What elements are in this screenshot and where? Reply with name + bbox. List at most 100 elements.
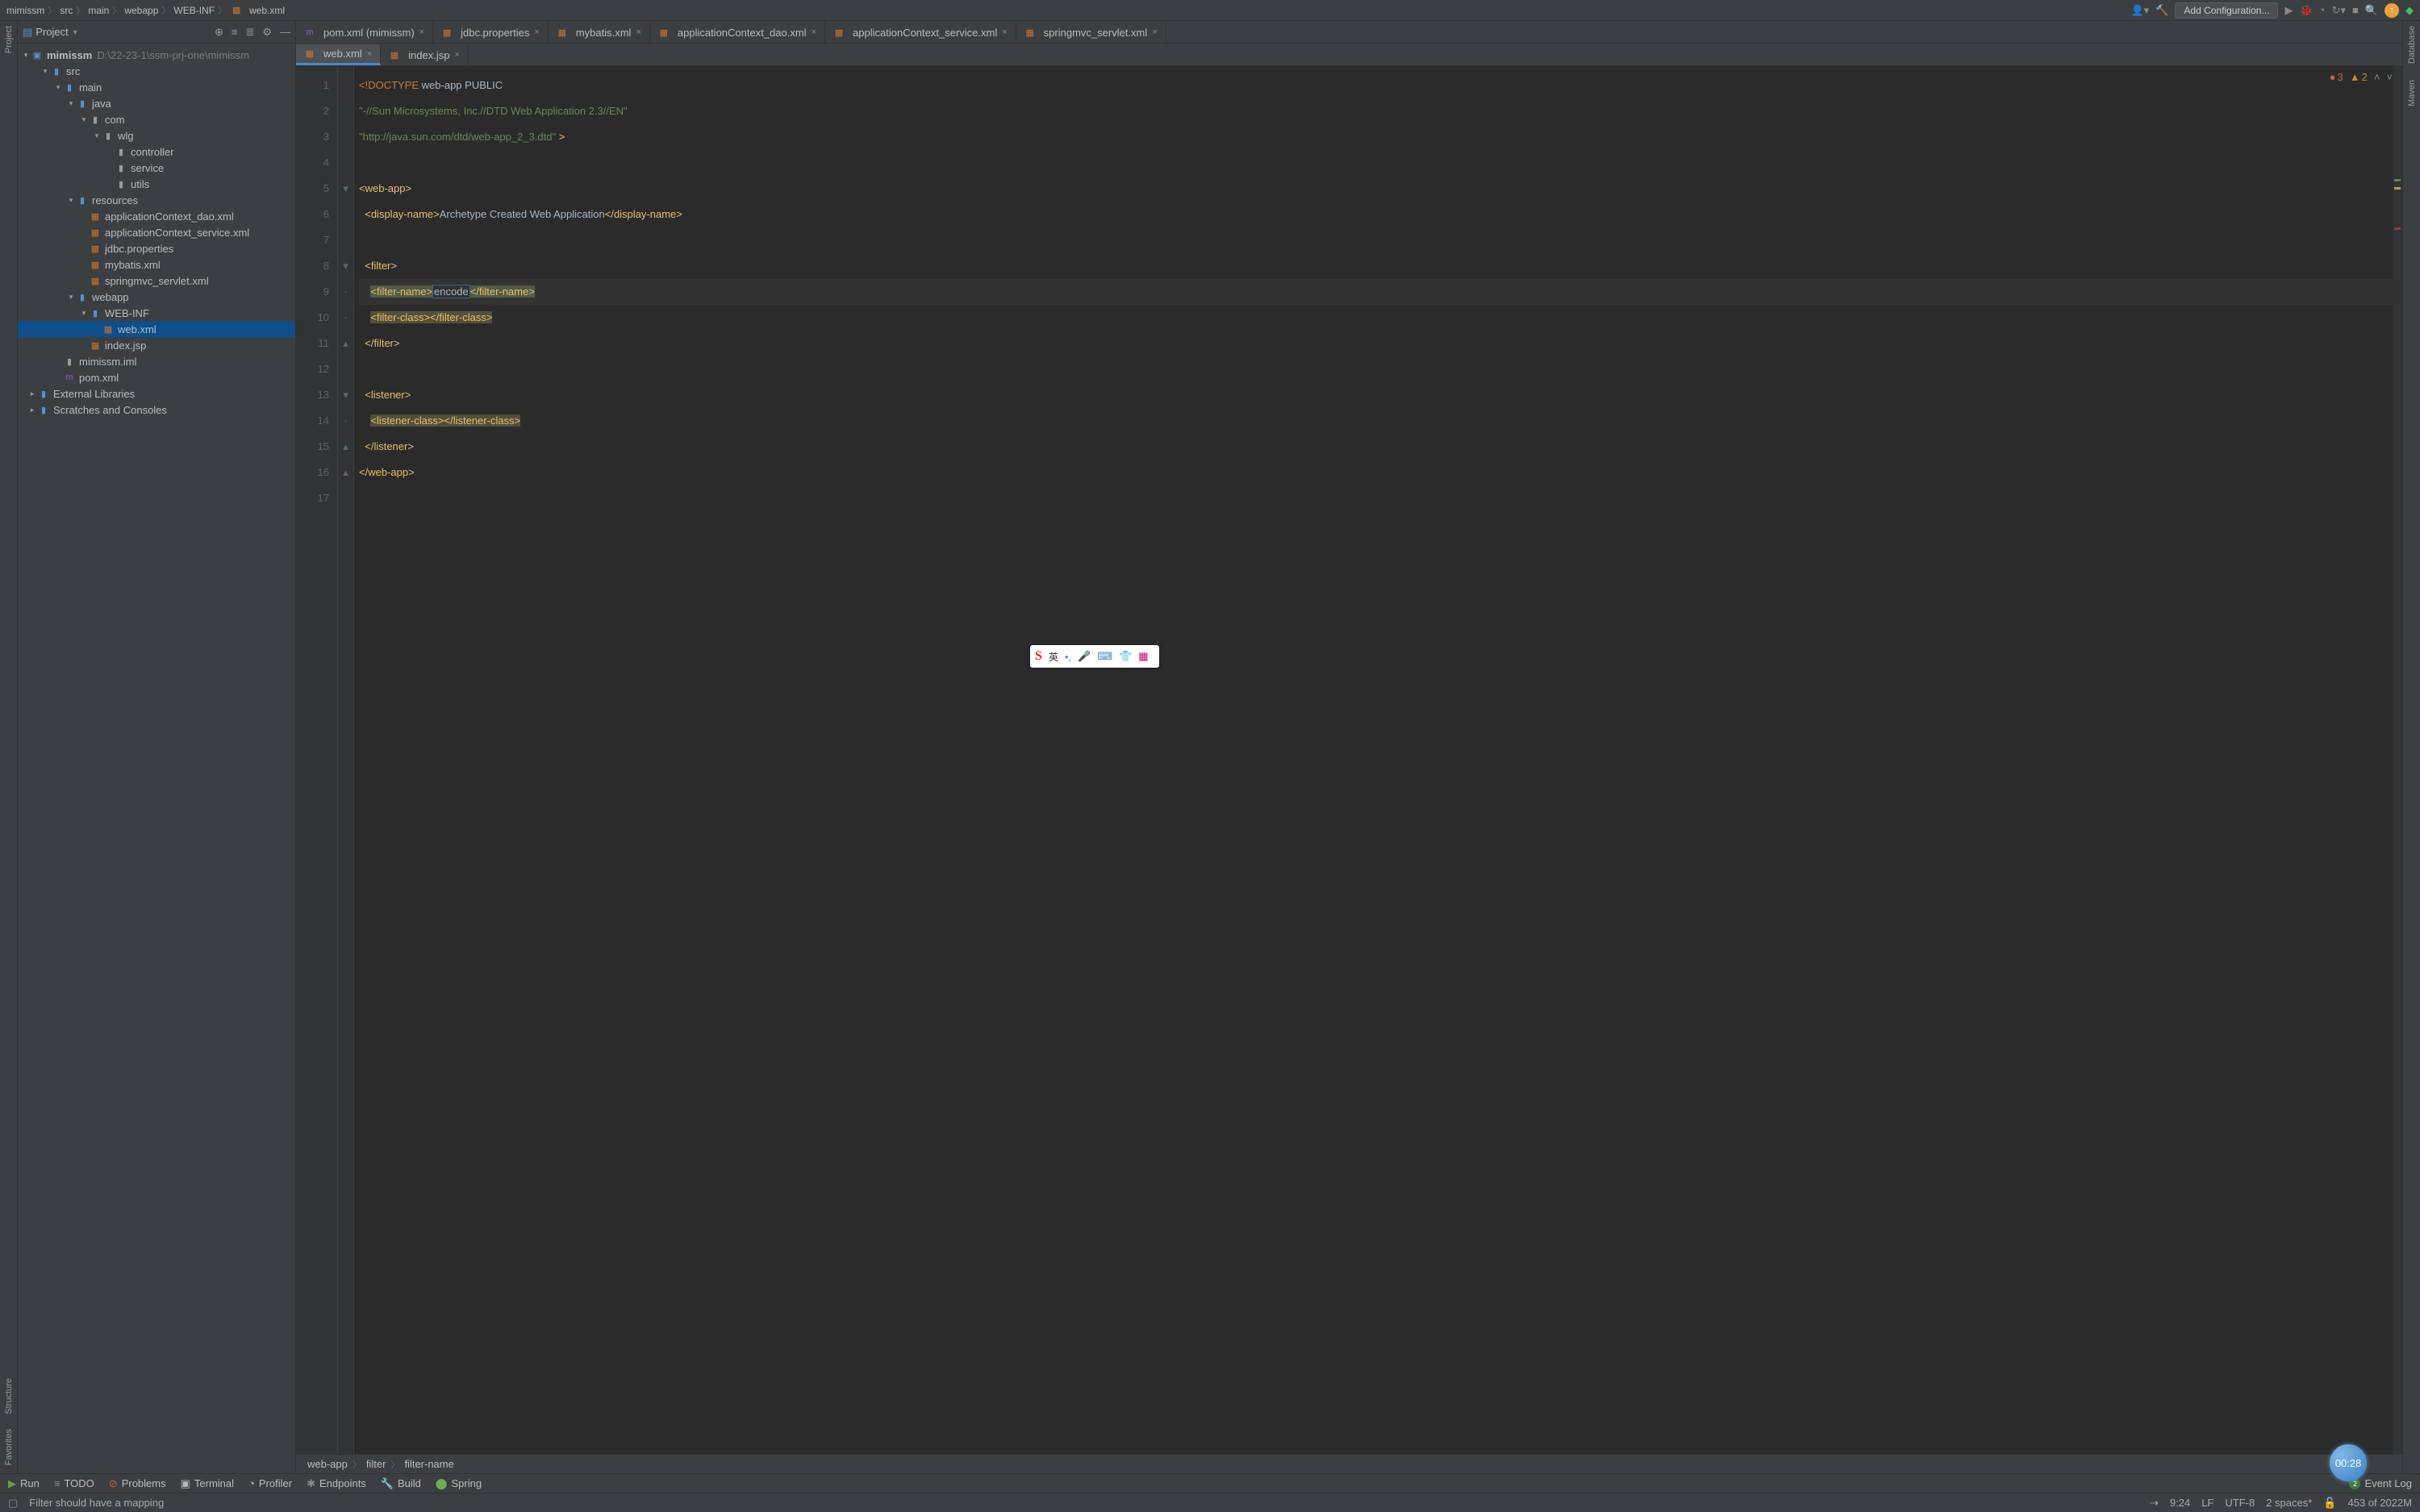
editor-tab[interactable]: mpom.xml (mimissm)× [296,22,433,43]
close-tab-icon[interactable]: × [1152,27,1157,37]
stop-icon[interactable]: ■ [2352,4,2359,16]
search-icon[interactable]: 🔍 [2365,4,2378,17]
readonly-icon[interactable]: 🔓 [2323,1497,2336,1510]
line-number-gutter[interactable]: 1234567891011121314151617 [296,66,338,1454]
next-highlight-icon[interactable]: ˅ [2386,71,2393,83]
close-tab-icon[interactable]: × [812,27,816,37]
code-line[interactable]: <listener> [359,382,2393,408]
code-editor[interactable]: <!DOCTYPE web-app PUBLIC"-//Sun Microsys… [354,66,2393,1454]
close-tab-icon[interactable]: × [534,27,539,37]
tree-node[interactable]: ▾▮WEB-INF [18,305,295,321]
project-title[interactable]: Project [35,26,68,38]
user-icon[interactable]: 👤▾ [2131,4,2150,17]
tree-node[interactable]: ▾▮wlg [18,127,295,144]
code-line[interactable]: <!DOCTYPE web-app PUBLIC [359,73,2393,98]
tree-node[interactable]: ▦springmvc_servlet.xml [18,273,295,289]
code-line[interactable]: "-//Sun Microsystems, Inc.//DTD Web Appl… [359,98,2393,124]
status-icon[interactable]: ▢ [8,1497,18,1510]
editor-tab[interactable]: ▦index.jsp× [381,44,469,65]
run-configuration-selector[interactable]: Add Configuration... [2175,2,2278,19]
close-tab-icon[interactable]: × [1002,27,1007,37]
tree-node[interactable]: ▾▮resources [18,192,295,208]
close-tab-icon[interactable]: × [454,50,459,60]
coverage-icon[interactable]: ◔ [2319,4,2326,16]
code-line[interactable]: "http://java.sun.com/dtd/web-app_2_3.dtd… [359,124,2393,150]
ime-more-icon[interactable]: ▦ [1138,650,1148,663]
dropdown-chevron-icon[interactable]: ▼ [72,28,79,36]
ime-mic-icon[interactable]: 🎤 [1078,650,1091,663]
line-separator[interactable]: LF [2201,1497,2213,1509]
code-line[interactable]: </listener> [359,434,2393,460]
debug-icon[interactable]: 🐞 [2299,4,2312,17]
tree-node[interactable]: ▾▮com [18,111,295,127]
recording-timer[interactable]: 00:28 [2330,1444,2367,1481]
editor-tab[interactable]: ▦springmvc_servlet.xml× [1016,22,1166,43]
editor-tab[interactable]: ▦jdbc.properties× [433,22,549,43]
project-tree[interactable]: ▾▣mimissmD:\22-23-1\ssm-prj-one\mimissm▾… [18,44,295,1473]
code-line[interactable]: <filter-name>encode</filter-name> [359,279,2393,305]
expand-all-icon[interactable]: ≡ [232,26,238,39]
tree-node[interactable]: ▾▮webapp [18,289,295,305]
code-line[interactable]: </web-app> [359,460,2393,485]
tree-node[interactable]: ▦applicationContext_service.xml [18,224,295,240]
terminal-tool-button[interactable]: ▣Terminal [181,1477,234,1490]
code-line[interactable] [359,485,2393,511]
ime-keyboard-icon[interactable]: ⌨ [1097,650,1112,663]
build-tool-button[interactable]: 🔧Build [381,1477,421,1490]
event-log-button[interactable]: 2Event Log [2349,1477,2412,1489]
editor-tab[interactable]: ▦mybatis.xml× [549,22,650,43]
tree-node[interactable]: mpom.xml [18,369,295,385]
ime-skin-icon[interactable]: 👕 [1119,650,1132,663]
todo-tool-button[interactable]: ≡TODO [54,1477,94,1489]
gear-icon[interactable]: ⚙ [262,26,272,39]
memory-indicator[interactable]: 453 of 2022M [2347,1497,2412,1509]
profile-icon[interactable]: ↻▾ [2332,4,2346,17]
tool-structure-tab[interactable]: Structure [4,1378,14,1414]
build-icon[interactable]: 🔨 [2155,4,2168,17]
tree-node[interactable]: ▾▮src [18,63,295,79]
crumb-root[interactable]: mimissm [6,5,44,16]
editor-tab[interactable]: ▦applicationContext_dao.xml× [650,22,825,43]
file-encoding[interactable]: UTF-8 [2225,1497,2255,1509]
tree-node[interactable]: ▦jdbc.properties [18,240,295,256]
tree-node[interactable]: ▾▮main [18,79,295,95]
tool-project-tab[interactable]: Project [4,26,14,53]
goto-icon[interactable]: ⇢ [2150,1497,2159,1510]
tool-maven-tab[interactable]: Maven [2407,80,2417,106]
ime-lang[interactable]: 英 [1049,650,1058,664]
collapse-all-icon[interactable]: ≣ [245,26,254,39]
avatar[interactable]: ↑ [2385,3,2399,18]
code-line[interactable]: <listener-class></listener-class> [359,408,2393,434]
tree-node[interactable]: ▮utils [18,176,295,192]
error-stripe[interactable] [2393,66,2402,1454]
code-line[interactable] [359,150,2393,176]
tree-node[interactable]: ▸▮Scratches and Consoles [18,402,295,418]
ide-settings-icon[interactable]: ◆ [2405,4,2414,17]
endpoints-tool-button[interactable]: ✱Endpoints [307,1477,366,1490]
tree-node[interactable]: ▦web.xml [18,321,295,337]
editor-tab[interactable]: ▦web.xml× [296,44,381,65]
spring-tool-button[interactable]: ⬤Spring [436,1477,482,1490]
tree-node[interactable]: ▾▮java [18,95,295,111]
editor-tab[interactable]: ▦applicationContext_service.xml× [825,22,1016,43]
tree-node[interactable]: ▸▮External Libraries [18,385,295,402]
breadcrumb[interactable]: mimissm 〉 src 〉 main 〉 webapp 〉 WEB-INF … [6,4,2131,17]
close-tab-icon[interactable]: × [367,49,372,59]
hide-icon[interactable]: — [280,26,290,39]
fold-gutter[interactable]: ▾▾··▴▾·▴▴ [338,66,354,1454]
code-line[interactable]: <filter> [359,253,2393,279]
code-line[interactable]: <display-name>Archetype Created Web Appl… [359,202,2393,227]
prev-highlight-icon[interactable]: ˄ [2374,71,2380,83]
tool-database-tab[interactable]: Database [2407,26,2417,64]
tree-node[interactable]: ▮mimissm.iml [18,353,295,369]
code-line[interactable]: <web-app> [359,176,2393,202]
indent-info[interactable]: 2 spaces* [2266,1497,2312,1509]
tree-node[interactable]: ▮service [18,160,295,176]
code-line[interactable]: <filter-class></filter-class> [359,305,2393,331]
code-line[interactable] [359,227,2393,253]
problems-tool-button[interactable]: ⊘Problems [109,1477,166,1490]
close-tab-icon[interactable]: × [636,27,640,37]
editor-breadcrumbs[interactable]: web-app 〉 filter 〉 filter-name [296,1454,2402,1473]
profiler-tool-button[interactable]: ◔Profiler [248,1477,292,1489]
tree-node[interactable]: ▦index.jsp [18,337,295,353]
